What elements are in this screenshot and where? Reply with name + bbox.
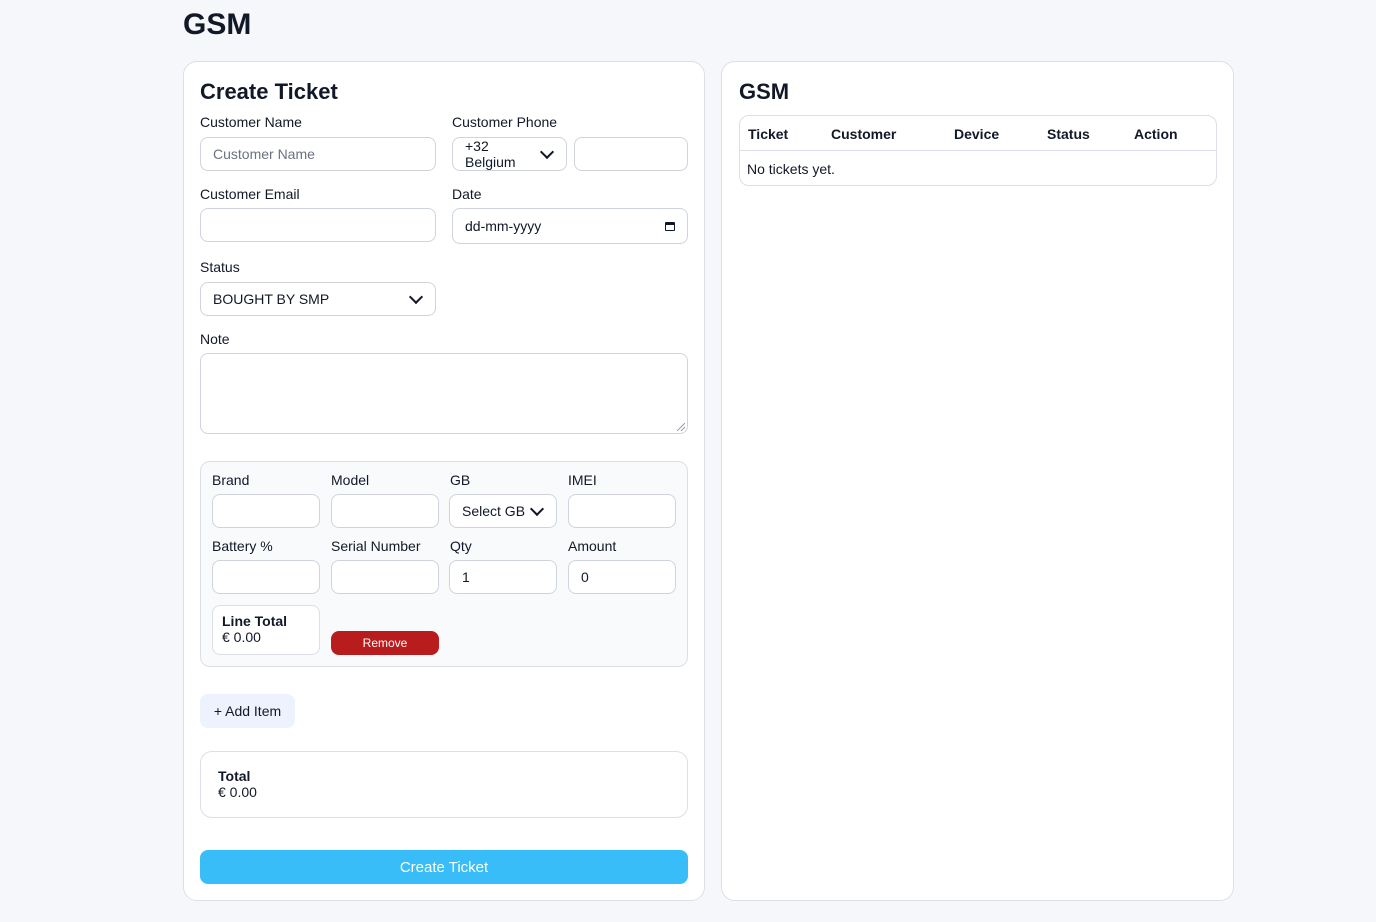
gb-value: Select GB: [462, 503, 526, 519]
line-total-label: Line Total: [222, 613, 288, 629]
chevron-down-icon: [539, 144, 555, 160]
status-label: Status: [200, 259, 240, 275]
note-textarea[interactable]: [200, 353, 688, 434]
customer-email-label: Customer Email: [200, 186, 300, 202]
line-total-box: Line Total € 0.00: [212, 605, 320, 655]
date-placeholder: dd-mm-yyyy: [465, 218, 542, 234]
total-value: € 0.00: [218, 784, 257, 800]
model-label: Model: [331, 472, 370, 488]
date-input[interactable]: dd-mm-yyyy: [452, 208, 688, 244]
serial-number-label: Serial Number: [331, 538, 421, 554]
amount-value: 0: [581, 569, 589, 585]
model-input[interactable]: [331, 494, 439, 528]
country-code-value: +32 Belgium: [465, 138, 516, 170]
status-value: BOUGHT BY SMP: [213, 291, 330, 307]
battery-input[interactable]: [212, 560, 320, 594]
imei-label: IMEI: [568, 472, 597, 488]
tickets-title: GSM: [739, 79, 790, 104]
item-row: Brand Model GB Select GB IMEI Battery % …: [200, 461, 688, 667]
calendar-icon[interactable]: [665, 221, 675, 231]
gb-select[interactable]: Select GB: [449, 494, 557, 528]
page-title: GSM: [183, 8, 252, 41]
brand-input[interactable]: [212, 494, 320, 528]
total-label: Total: [218, 768, 251, 784]
customer-phone-label: Customer Phone: [452, 114, 558, 130]
resize-handle-icon[interactable]: [677, 423, 685, 431]
create-ticket-button[interactable]: Create Ticket: [200, 850, 688, 884]
create-ticket-title: Create Ticket: [200, 79, 338, 104]
serial-number-input[interactable]: [331, 560, 439, 594]
customer-email-input[interactable]: [200, 208, 436, 242]
amount-label: Amount: [568, 538, 617, 554]
brand-label: Brand: [212, 472, 250, 488]
qty-value: 1: [462, 569, 470, 585]
customer-phone-input[interactable]: [574, 137, 688, 171]
qty-input[interactable]: 1: [449, 560, 557, 594]
column-header-action: Action: [1134, 126, 1178, 142]
status-select[interactable]: BOUGHT BY SMP: [200, 282, 436, 316]
country-code-select[interactable]: +32 Belgium: [452, 137, 567, 171]
remove-item-button[interactable]: Remove: [331, 631, 439, 655]
customer-name-input[interactable]: Customer Name: [200, 137, 436, 171]
chevron-down-icon: [529, 501, 545, 517]
gb-label: GB: [450, 472, 471, 488]
tickets-table: Ticket Customer Device Status Action No …: [739, 115, 1217, 186]
total-box: Total € 0.00: [200, 751, 688, 818]
battery-label: Battery %: [212, 538, 273, 554]
customer-name-label: Customer Name: [200, 114, 302, 130]
empty-state-message: No tickets yet.: [747, 161, 835, 177]
imei-input[interactable]: [568, 494, 676, 528]
column-header-customer: Customer: [831, 126, 897, 142]
tickets-card: GSM Ticket Customer Device Status Action…: [721, 61, 1234, 901]
add-item-button[interactable]: + Add Item: [200, 694, 295, 728]
column-header-device: Device: [954, 126, 1000, 142]
line-total-value: € 0.00: [222, 629, 261, 645]
note-label: Note: [200, 331, 230, 347]
date-label: Date: [452, 186, 482, 202]
customer-name-placeholder: Customer Name: [213, 146, 315, 162]
qty-label: Qty: [450, 538, 472, 554]
column-header-ticket: Ticket: [748, 126, 789, 142]
column-header-status: Status: [1047, 126, 1090, 142]
amount-input[interactable]: 0: [568, 560, 676, 594]
create-ticket-card: Create Ticket Customer Name Customer Nam…: [183, 61, 705, 901]
chevron-down-icon: [408, 289, 424, 305]
table-header-divider: [740, 150, 1216, 151]
